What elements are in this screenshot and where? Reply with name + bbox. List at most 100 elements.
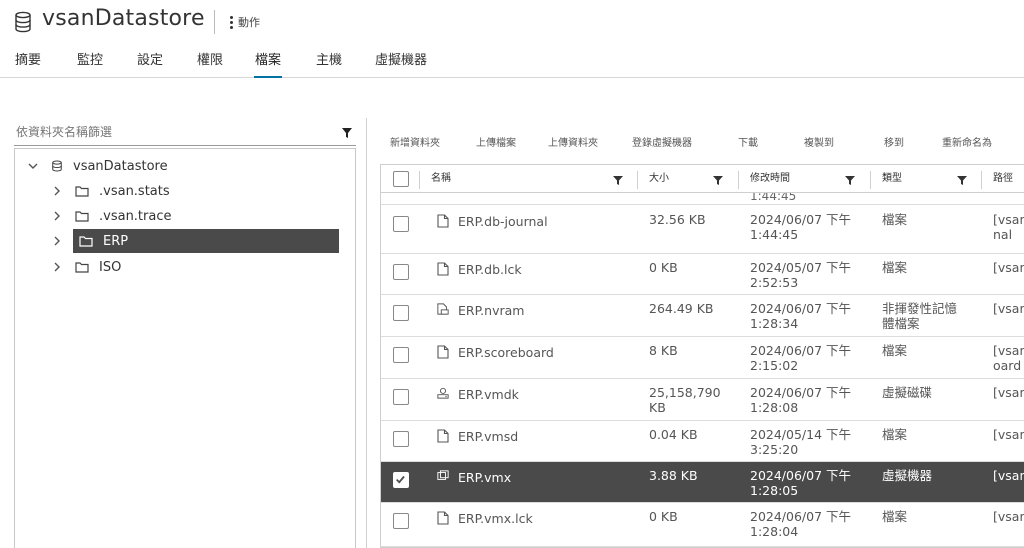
- table-row[interactable]: ERP.vmsd 0.04 KB 2024/05/14 下午 3:25:20 檔案 [vs…: [381, 421, 1024, 462]
- filter-icon[interactable]: [957, 175, 967, 185]
- chevron-down-icon[interactable]: [27, 160, 39, 172]
- column-header-name[interactable]: 名稱: [431, 165, 451, 193]
- tab-configure[interactable]: 設定: [136, 52, 164, 78]
- file-type: 檔案: [882, 427, 908, 442]
- file-name: ERP.scoreboard: [458, 345, 554, 360]
- file-path: [vsan: [993, 260, 1024, 275]
- actions-menu-button[interactable]: 動作: [230, 14, 260, 30]
- move-to-button[interactable]: 移到: [884, 134, 904, 149]
- tree-node-root[interactable]: vsanDatastore: [27, 154, 168, 178]
- file-path: [vsan: [993, 301, 1024, 316]
- column-header-path[interactable]: 路徑: [993, 165, 1013, 193]
- database-icon: [15, 11, 31, 33]
- vm-config-icon: [437, 470, 449, 484]
- download-button[interactable]: 下載: [738, 134, 758, 149]
- tree-node-iso[interactable]: ISO: [51, 255, 121, 279]
- column-header-type[interactable]: 類型: [882, 165, 902, 193]
- filter-icon[interactable]: [613, 175, 623, 185]
- table-row[interactable]: ERP.vmdk 25,158,790 KB 2024/06/07 下午 1:28:08…: [381, 379, 1024, 421]
- file-name: ERP.db-journal: [458, 214, 548, 229]
- file-modified: 2024/05/07 下午 2:52:53: [750, 260, 852, 290]
- file-grid: 名稱 大小 修改時間 類型 路徑 1:44:45 ERP.db-journal 3…: [380, 164, 1024, 548]
- file-type: 檔案: [882, 212, 908, 227]
- file-modified: 2024/06/07 下午 1:28:05: [750, 468, 852, 498]
- file-path: [vsan: [993, 385, 1024, 400]
- filter-icon[interactable]: [845, 175, 855, 185]
- file-path: [vsan nal: [993, 212, 1024, 242]
- column-separator: [419, 171, 420, 189]
- file-size: 8 KB: [649, 343, 678, 358]
- table-row-partial: 1:44:45: [381, 193, 1024, 205]
- tab-hosts[interactable]: 主機: [315, 52, 343, 78]
- tree-node-erp[interactable]: ERP: [73, 229, 339, 253]
- chevron-right-icon[interactable]: [51, 185, 63, 197]
- table-row[interactable]: ERP.scoreboard 8 KB 2024/06/07 下午 2:15:02 檔案…: [381, 337, 1024, 379]
- file-path: [vsan: [993, 427, 1024, 442]
- rename-button[interactable]: 重新命名為: [942, 134, 992, 149]
- select-all-checkbox[interactable]: [393, 171, 409, 187]
- row-checkbox[interactable]: [393, 513, 409, 529]
- upload-folder-button[interactable]: 上傳資料夾: [548, 134, 598, 149]
- row-checkbox[interactable]: [393, 305, 409, 321]
- row-checkbox[interactable]: [393, 264, 409, 280]
- file-icon: [437, 429, 449, 443]
- tab-summary[interactable]: 摘要: [14, 52, 42, 78]
- table-row[interactable]: ERP.nvram 264.49 KB 2024/06/07 下午 1:28:34 非揮…: [381, 295, 1024, 337]
- column-header-size[interactable]: 大小: [649, 165, 669, 193]
- new-folder-button[interactable]: 新增資料夾: [390, 134, 440, 149]
- tree-node-label: vsanDatastore: [73, 158, 168, 174]
- folder-icon: [79, 236, 93, 247]
- register-vm-button[interactable]: 登錄虛擬機器: [632, 134, 692, 149]
- column-separator: [870, 171, 871, 189]
- tab-permissions[interactable]: 權限: [196, 52, 224, 78]
- upload-files-button[interactable]: 上傳檔案: [476, 134, 516, 149]
- chevron-right-icon[interactable]: [51, 235, 63, 247]
- tree-node-label: .vsan.stats: [99, 183, 170, 199]
- tab-monitor[interactable]: 監控: [76, 52, 104, 78]
- row-checkbox[interactable]: [393, 472, 409, 488]
- table-row[interactable]: ERP.db.lck 0 KB 2024/05/07 下午 2:52:53 檔案 [vsa…: [381, 254, 1024, 295]
- filter-icon[interactable]: [713, 175, 723, 185]
- table-row[interactable]: ERP.db-journal 32.56 KB 2024/06/07 下午 1:44:…: [381, 206, 1024, 254]
- table-row[interactable]: ERP.vmx 3.88 KB 2024/06/07 下午 1:28:05 虛擬機器 [v…: [381, 462, 1024, 503]
- file-size: 0 KB: [649, 509, 678, 524]
- file-modified: 2024/06/07 下午 1:28:34: [750, 301, 852, 331]
- file-modified: 2024/06/07 下午 2:15:02: [750, 343, 852, 373]
- row-checkbox[interactable]: [393, 389, 409, 405]
- file-path: [vsan oard: [993, 343, 1024, 373]
- tree-node-vsan-trace[interactable]: .vsan.trace: [51, 204, 172, 228]
- column-header-modified[interactable]: 修改時間: [750, 165, 790, 193]
- chevron-right-icon[interactable]: [51, 261, 63, 273]
- tree-node-vsan-stats[interactable]: .vsan.stats: [51, 179, 170, 203]
- folder-tree: vsanDatastore .vsan.stats .vsan.trace ER…: [14, 148, 356, 548]
- tab-vms[interactable]: 虛擬機器: [374, 52, 428, 78]
- file-name: ERP.db.lck: [458, 262, 522, 277]
- row-checkbox[interactable]: [393, 431, 409, 447]
- checkmark-icon: [396, 475, 405, 484]
- tree-node-label: ISO: [99, 259, 122, 275]
- tree-node-label: .vsan.trace: [99, 208, 172, 224]
- file-type: 虛擬磁碟: [882, 385, 933, 400]
- row-checkbox[interactable]: [393, 216, 409, 232]
- folder-filter-input[interactable]: [14, 120, 324, 144]
- column-separator: [637, 171, 638, 189]
- modified-time: 1:44:45: [750, 193, 797, 203]
- file-path: [vsan: [993, 468, 1024, 483]
- panel-divider[interactable]: [366, 118, 367, 548]
- table-row[interactable]: ERP.vmx.lck 0 KB 2024/06/07 下午 1:28:04 檔案 [vs…: [381, 503, 1024, 547]
- nvram-file-icon: [437, 303, 449, 317]
- file-size: 0.04 KB: [649, 427, 698, 442]
- chevron-right-icon[interactable]: [51, 210, 63, 222]
- file-icon: [437, 214, 449, 228]
- file-type: 檔案: [882, 509, 908, 524]
- filter-icon[interactable]: [342, 128, 352, 138]
- copy-to-button[interactable]: 複製到: [804, 134, 834, 149]
- file-name: ERP.vmdk: [458, 387, 519, 402]
- tab-files[interactable]: 檔案: [254, 52, 283, 78]
- row-checkbox[interactable]: [393, 347, 409, 363]
- file-name: ERP.vmsd: [458, 429, 519, 444]
- file-name: ERP.vmx.lck: [458, 511, 533, 526]
- file-size: 264.49 KB: [649, 301, 714, 316]
- file-modified: 2024/06/07 下午 1:28:04: [750, 509, 852, 539]
- column-separator: [981, 171, 982, 189]
